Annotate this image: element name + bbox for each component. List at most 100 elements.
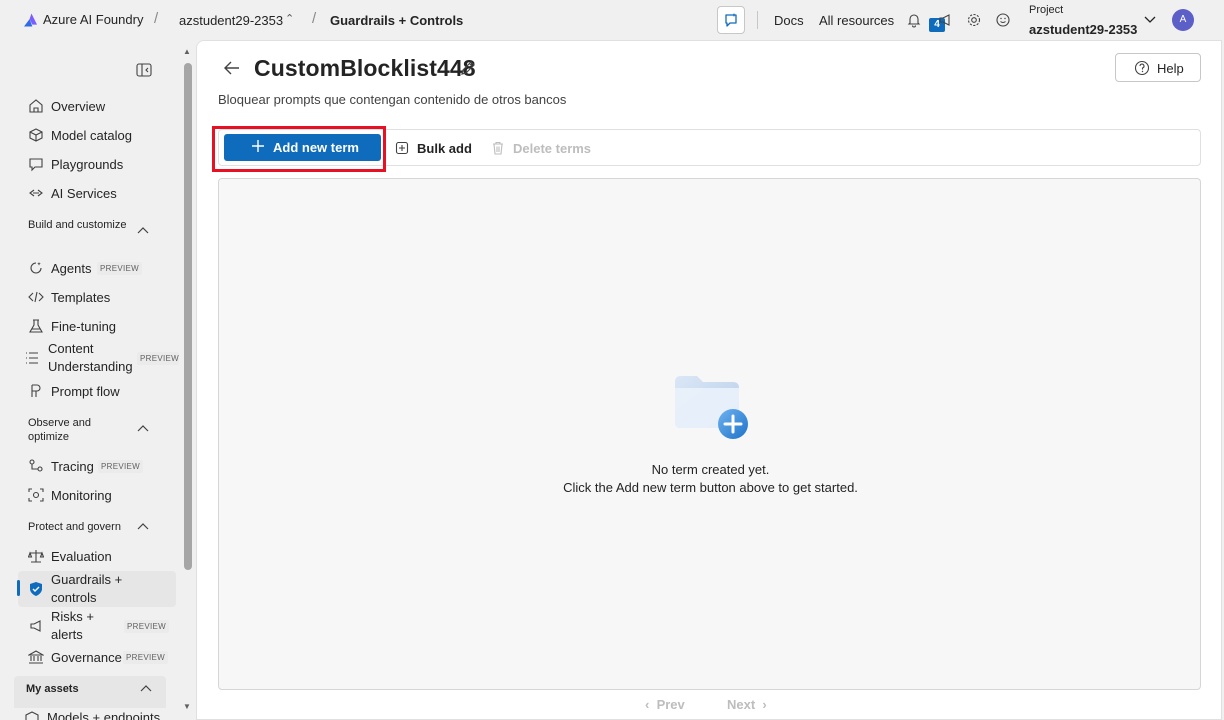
- sidebar-item-models-endpoints[interactable]: Models + endpoints: [47, 710, 160, 720]
- section-build-customize: Build and customize: [28, 219, 127, 231]
- prompt-flow-icon: [31, 384, 41, 397]
- prev-label: Prev: [656, 697, 685, 712]
- agents-icon: [30, 262, 42, 274]
- chat-icon: [29, 158, 43, 172]
- sidebar-item-model-catalog[interactable]: Model catalog: [18, 121, 176, 149]
- preview-badge: PREVIEW: [137, 352, 179, 365]
- sidebar-item-prompt-flow[interactable]: Prompt flow: [18, 377, 176, 405]
- flask-icon: [29, 319, 43, 333]
- chevron-up-icon: [140, 685, 152, 692]
- all-resources-link[interactable]: All resources: [819, 13, 894, 28]
- plus-icon: [252, 140, 264, 152]
- next-page-button[interactable]: Next ›: [727, 697, 767, 712]
- copilot-chat-icon: [725, 13, 737, 27]
- bulk-add-label: Bulk add: [417, 141, 472, 156]
- chevron-updown-icon[interactable]: ⌃: [285, 12, 294, 25]
- sidebar-scrollbar[interactable]: [184, 63, 192, 570]
- brand-name: Azure AI Foundry: [43, 12, 144, 27]
- sidebar-item-label: Guardrails + controls: [51, 572, 123, 605]
- sidebar-item-label: Prompt flow: [51, 383, 120, 399]
- cube-icon: [29, 128, 43, 142]
- top-bar: Azure AI Foundry / azstudent29-2353 ⌃ / …: [0, 0, 1224, 40]
- breadcrumb-separator: /: [154, 10, 159, 27]
- sidebar: Overview Model catalog Playgrounds AI Se…: [14, 48, 180, 720]
- toolbar: Add new term Bulk add Delete terms: [212, 126, 1201, 172]
- sidebar-item-fine-tuning[interactable]: Fine-tuning: [18, 312, 176, 340]
- breadcrumb-page[interactable]: Guardrails + Controls: [330, 13, 463, 28]
- sidebar-item-label: AI Services: [51, 185, 117, 201]
- divider: [757, 11, 758, 29]
- sidebar-item-label: Risks + alerts: [51, 609, 94, 642]
- trash-icon: [493, 141, 503, 155]
- terms-list-empty-state: No term created yet. Click the Add new t…: [218, 178, 1201, 690]
- my-assets-label: My assets: [26, 683, 79, 695]
- sidebar-item-evaluation[interactable]: Evaluation: [18, 542, 176, 570]
- back-arrow-icon[interactable]: [222, 59, 242, 77]
- help-button[interactable]: Help: [1115, 53, 1201, 82]
- sidebar-item-label: Agents: [51, 260, 92, 276]
- sidebar-item-monitoring[interactable]: Monitoring: [18, 481, 176, 509]
- sidebar-item-governance[interactable]: Governance PREVIEW: [18, 643, 176, 671]
- sidebar-item-content-understanding[interactable]: Content Understanding PREVIEW: [18, 340, 179, 376]
- copilot-button[interactable]: [717, 6, 745, 34]
- sidebar-item-label: Evaluation: [51, 548, 112, 564]
- add-new-term-label: Add new term: [273, 140, 359, 155]
- pencil-edit-icon[interactable]: [459, 59, 477, 77]
- link-icon: [29, 189, 43, 197]
- document-list-icon: [26, 352, 38, 364]
- megaphone-icon[interactable]: [937, 12, 953, 28]
- sidebar-item-ai-services[interactable]: AI Services: [18, 179, 176, 207]
- sidebar-item-label: Tracing: [51, 458, 94, 474]
- chevron-up-icon[interactable]: [136, 422, 150, 436]
- help-circle-icon: [1134, 60, 1150, 76]
- folder-add-icon: [675, 376, 748, 439]
- section-observe-optimize: Observe and optimize: [28, 417, 91, 443]
- bank-icon: [28, 650, 44, 664]
- gear-icon[interactable]: [966, 12, 982, 28]
- add-new-term-button[interactable]: Add new term: [224, 134, 381, 161]
- chevron-up-icon[interactable]: [136, 224, 150, 238]
- my-assets-header[interactable]: My assets: [14, 676, 166, 708]
- code-icon: [28, 291, 44, 303]
- preview-badge: PREVIEW: [98, 460, 143, 473]
- sidebar-item-playgrounds[interactable]: Playgrounds: [18, 150, 176, 178]
- preview-badge: PREVIEW: [123, 651, 168, 664]
- chevron-down-icon[interactable]: [1143, 12, 1157, 26]
- scroll-down-arrow-icon[interactable]: ▼: [183, 702, 191, 711]
- page-title: CustomBlocklist448: [254, 55, 476, 81]
- scales-icon: [28, 550, 44, 563]
- active-indicator: [17, 580, 20, 596]
- alert-megaphone-icon: [30, 620, 41, 632]
- brand[interactable]: Azure AI Foundry: [24, 12, 143, 27]
- sidebar-item-label: Content Understanding: [48, 341, 133, 374]
- sidebar-item-overview[interactable]: Overview: [18, 92, 176, 120]
- scroll-up-arrow-icon[interactable]: ▲: [183, 47, 191, 56]
- preview-badge: PREVIEW: [97, 262, 142, 275]
- foundry-logo-icon: [24, 13, 37, 26]
- sidebar-item-guardrails[interactable]: Guardrails + controls: [17, 571, 176, 607]
- sidebar-item-agents[interactable]: Agents PREVIEW: [18, 254, 176, 282]
- breadcrumb-project[interactable]: azstudent29-2353: [179, 13, 283, 28]
- project-name[interactable]: azstudent29-2353: [1029, 22, 1137, 37]
- docs-link[interactable]: Docs: [774, 13, 804, 28]
- sidebar-item-label: Templates: [51, 289, 111, 305]
- avatar[interactable]: A: [1172, 9, 1194, 31]
- models-icon: [25, 711, 39, 720]
- collapse-sidebar-icon[interactable]: [136, 63, 152, 77]
- project-label: Project: [1029, 4, 1064, 16]
- sidebar-item-tracing[interactable]: Tracing PREVIEW: [18, 452, 176, 480]
- sidebar-item-label: Monitoring: [51, 487, 112, 503]
- sidebar-item-risks-alerts[interactable]: Risks + alerts PREVIEW: [18, 608, 176, 644]
- delete-terms-label: Delete terms: [513, 141, 592, 156]
- bell-icon[interactable]: [906, 12, 922, 28]
- shield-check-icon: [30, 582, 42, 596]
- help-label: Help: [1157, 61, 1184, 76]
- sidebar-item-label: Governance: [51, 649, 122, 665]
- sidebar-item-templates[interactable]: Templates: [18, 283, 176, 311]
- chevron-up-icon[interactable]: [136, 520, 150, 534]
- tracing-icon: [29, 459, 43, 472]
- feedback-smiley-icon[interactable]: [995, 12, 1011, 28]
- page-description: Bloquear prompts que contengan contenido…: [218, 92, 567, 107]
- monitor-eye-icon: [28, 488, 44, 502]
- prev-page-button[interactable]: ‹ Prev: [645, 697, 685, 712]
